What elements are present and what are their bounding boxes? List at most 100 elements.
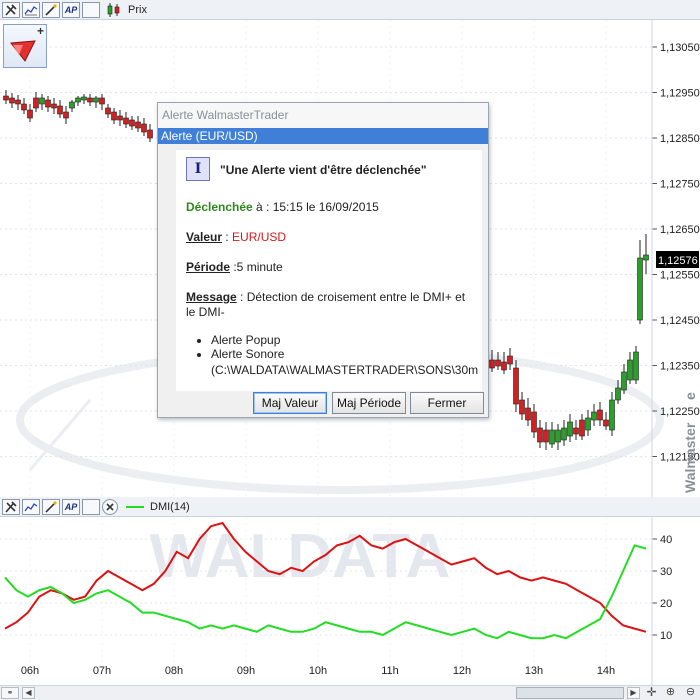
candle	[637, 240, 643, 324]
tools-icon[interactable]	[2, 1, 20, 18]
info-icon: I	[186, 157, 210, 181]
triggered-value: à : 15:15 le 16/09/2015	[252, 200, 379, 214]
candle	[75, 96, 81, 106]
list-item: Alerte Popup	[211, 333, 284, 347]
candle	[15, 95, 21, 110]
y-tick-label: 40	[660, 534, 672, 546]
x-tick-label: 08h	[165, 665, 183, 677]
scroll-left-arrow[interactable]: ◀	[22, 687, 35, 699]
y-tick-label: 1,12550	[660, 270, 700, 282]
last-price-label: 1,12576	[658, 255, 698, 267]
candle	[543, 422, 549, 450]
link-icon[interactable]: ⚭	[1, 687, 19, 699]
scroll-right-arrow[interactable]: ▶	[627, 687, 640, 699]
line-chart-icon[interactable]	[22, 498, 40, 515]
y-tick-label: 1,12850	[660, 133, 700, 145]
fermer-button[interactable]: Fermer	[410, 392, 484, 414]
value-line: Valeur : EUR/USD	[186, 230, 287, 244]
period-value: :5 minute	[230, 260, 283, 274]
maj-periode-button[interactable]: Maj Période	[332, 392, 406, 414]
message-line-2: le DMI-	[186, 305, 225, 319]
candle	[519, 392, 525, 420]
indicator-chart[interactable]: WALDATA 40 30 20 10 06h 07h 08h 09h 10h 11h 12h 13…	[0, 517, 700, 685]
candle	[567, 414, 573, 442]
x-tick-label: 13h	[525, 665, 543, 677]
candle	[603, 412, 609, 430]
scrollbar-thumb[interactable]	[516, 687, 624, 699]
blank-square-icon[interactable]	[82, 1, 100, 18]
dialog-title: Alerte WalmasterTrader	[158, 103, 488, 128]
ap-button[interactable]: AP	[62, 1, 80, 18]
y-tick-label: 1,12450	[660, 315, 700, 327]
x-tick-label: 09h	[237, 665, 255, 677]
tools-icon[interactable]	[2, 498, 20, 515]
candle	[531, 404, 537, 438]
list-item: Alerte Sonore	[211, 347, 284, 361]
dialog-subtitle: Alerte (EUR/USD)	[158, 128, 488, 144]
candle	[627, 352, 633, 384]
candle	[93, 96, 99, 108]
candle	[27, 104, 33, 122]
price-toolbar: AP Prix	[0, 0, 700, 20]
x-tick-label: 14h	[597, 665, 615, 677]
candle	[501, 352, 507, 374]
bell-alert-icon	[10, 40, 36, 62]
triggered-label: Déclenchée	[186, 200, 253, 214]
candle	[3, 90, 9, 104]
period-line: Période :5 minute	[186, 260, 283, 274]
candle	[525, 398, 531, 426]
horizontal-scrollbar[interactable]: ⚭ ◀ ▶ ✛ ⊕ ⊖	[0, 685, 700, 700]
period-label: Période	[186, 260, 231, 274]
candle	[633, 346, 639, 384]
candlestick-icon	[106, 2, 122, 18]
candle	[81, 94, 87, 104]
x-tick-label: 07h	[93, 665, 111, 677]
zoom-out-icon[interactable]: ⊖	[684, 687, 697, 699]
message-value: : Détection de croisement entre le DMI+ …	[236, 290, 466, 304]
y-tick-label: 30	[660, 566, 672, 578]
candle	[643, 234, 649, 274]
candle	[489, 350, 495, 372]
value-value: EUR/USD	[232, 230, 287, 244]
candle	[537, 420, 543, 448]
candle	[123, 112, 129, 128]
y-tick-label: 1,12950	[660, 88, 700, 100]
candle	[579, 414, 585, 440]
candle	[33, 92, 39, 112]
candle	[111, 108, 117, 124]
candle	[141, 118, 147, 136]
candle	[507, 348, 513, 370]
candle	[45, 96, 51, 112]
crosshair-icon[interactable]: ✛	[645, 686, 658, 699]
candle	[117, 110, 123, 126]
line-chart-icon[interactable]	[22, 1, 40, 18]
candle	[597, 402, 603, 426]
close-icon[interactable]	[102, 498, 118, 515]
candle	[135, 116, 141, 132]
triggered-line: Déclenchée à : 15:15 le 16/09/2015	[186, 200, 379, 214]
alert-type-list: Alerte Popup Alerte Sonore	[176, 333, 284, 361]
y-tick-label: 1,12750	[660, 179, 700, 191]
candle	[549, 422, 555, 448]
candle	[9, 93, 15, 108]
dialog-body: I "Une Alerte vient d'être déclenchée" D…	[176, 150, 482, 391]
wand-icon[interactable]	[42, 498, 60, 515]
candle	[99, 94, 105, 110]
candle	[573, 420, 579, 440]
ap-button[interactable]: AP	[62, 498, 80, 515]
candle	[555, 424, 561, 450]
candle	[105, 104, 111, 118]
y-tick-label: 20	[660, 598, 672, 610]
candle	[561, 420, 567, 446]
x-tick-label: 10h	[309, 665, 327, 677]
candle	[585, 410, 591, 436]
blank-square-icon[interactable]	[82, 498, 100, 515]
message-label: Message	[186, 290, 237, 304]
wand-icon[interactable]	[42, 1, 60, 18]
y-tick-label: 1,13050	[660, 42, 700, 54]
y-tick-label: 1,12350	[660, 361, 700, 373]
maj-valeur-button[interactable]: Maj Valeur	[253, 392, 327, 414]
candle	[51, 98, 57, 114]
alert-tool-button[interactable]: +	[3, 24, 47, 68]
zoom-icon[interactable]: ⊕	[664, 687, 677, 699]
